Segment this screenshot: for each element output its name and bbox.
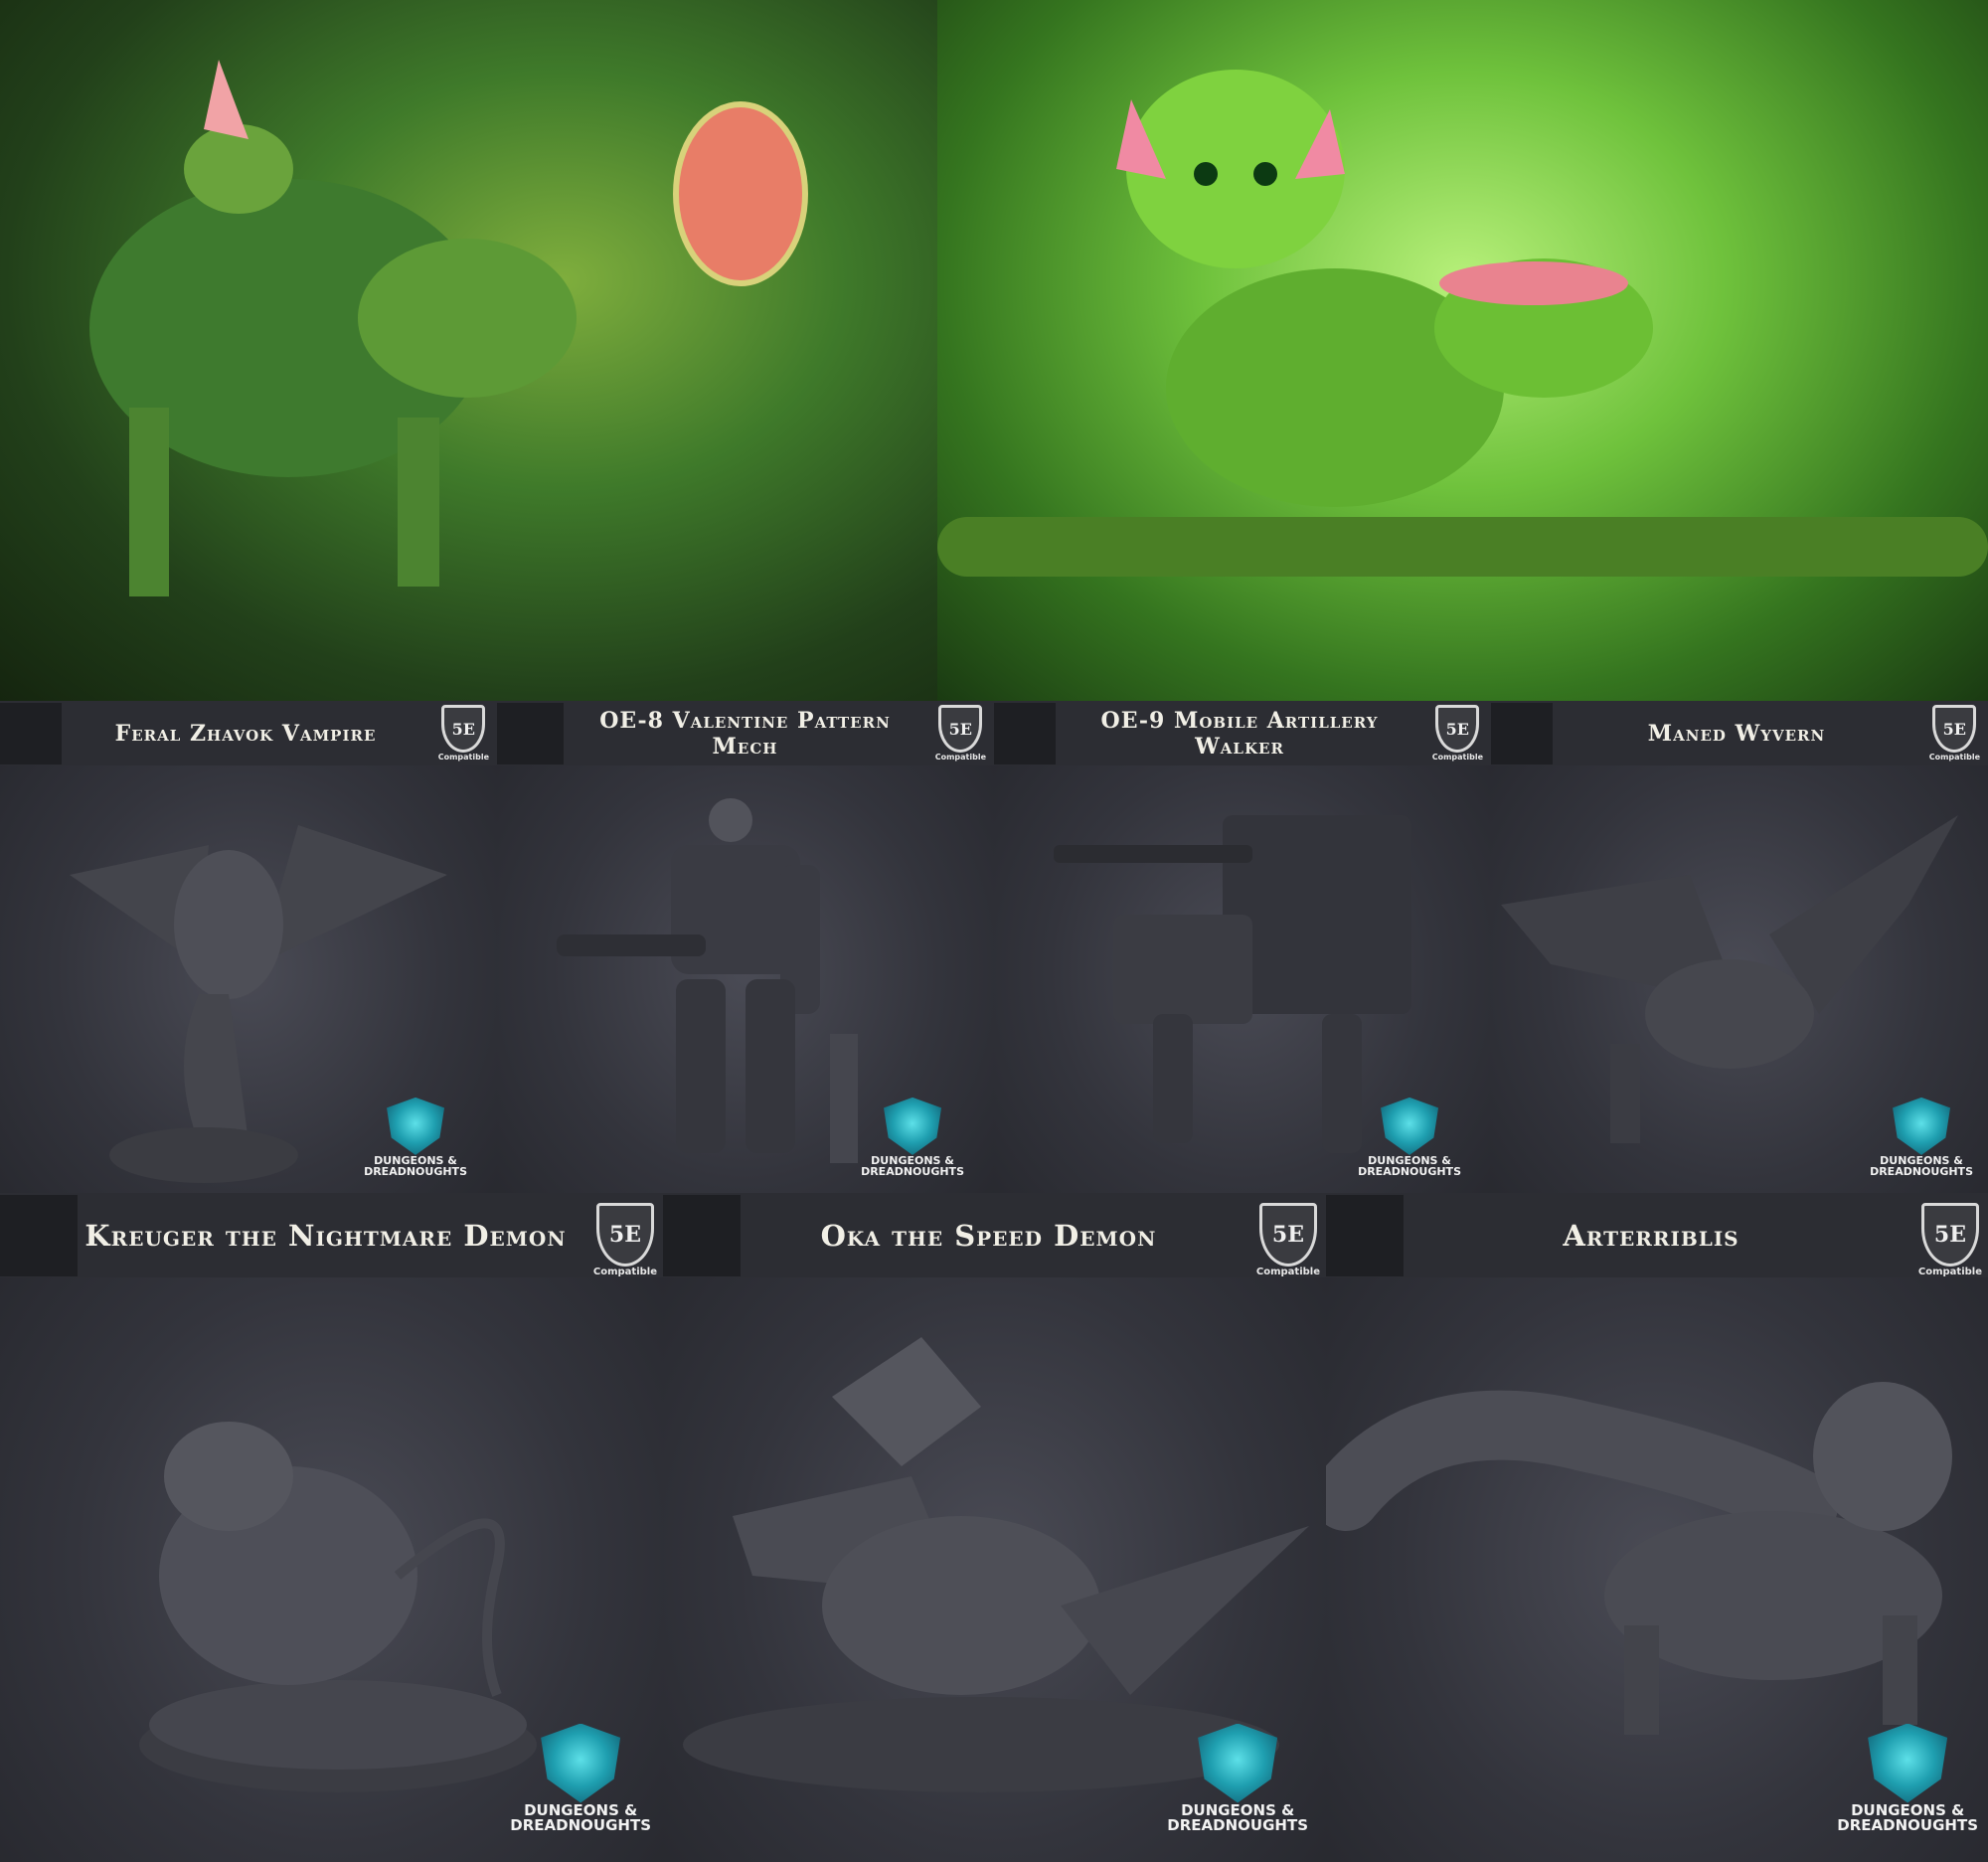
dragon-crest-icon (387, 1097, 445, 1155)
dragon-crest-icon (1893, 1097, 1951, 1155)
shield-icon: 5E (1435, 705, 1480, 753)
card-header: OE-8 Valentine Pattern Mech (497, 701, 994, 765)
card-title: OE-9 Mobile Artillery Walker (1100, 707, 1379, 760)
5e-compatible-badge: 5E Compatible (438, 705, 489, 762)
dungeons-dreadnoughts-logo: DUNGEONS & DREADNOUGHTS (1870, 1097, 1973, 1178)
miniature-card-arterriblis: Arterriblis 5E Compatible DUNGEONS & DRE… (1326, 1193, 1988, 1862)
dungeons-dreadnoughts-logo: DUNGEONS & DREADNOUGHTS (861, 1097, 964, 1178)
5e-compatible-badge: 5E Compatible (1918, 1203, 1982, 1277)
dragon-crest-icon (1198, 1723, 1278, 1803)
card-title: OE-8 Valentine Pattern Mech (599, 707, 891, 760)
dungeons-dreadnoughts-logo: DUNGEONS & DREADNOUGHTS (510, 1723, 651, 1835)
miniature-card-oka-the-speed-demon: Oka the Speed Demon 5E Compatible DUNGEO… (663, 1193, 1326, 1862)
header-square (0, 1194, 78, 1276)
shield-icon: 5E (441, 705, 486, 753)
5e-compatible-badge: 5E Compatible (1929, 705, 1980, 762)
miniature-card-feral-zhavok-vampire: Feral Zhavok Vampire 5E Compatible DUNGE… (0, 701, 497, 1193)
header-square (663, 1194, 741, 1276)
dungeons-dreadnoughts-logo: DUNGEONS & DREADNOUGHTS (1837, 1723, 1978, 1835)
header-square (0, 702, 62, 764)
card-header: Oka the Speed Demon (663, 1193, 1326, 1277)
miniature-card-kreuger-the-nightmare-demon: Kreuger the Nightmare Demon 5E Compatibl… (0, 1193, 663, 1862)
dragon-crest-icon (884, 1097, 942, 1155)
card-header: Arterriblis (1326, 1193, 1988, 1277)
header-square (497, 702, 564, 764)
card-header: Feral Zhavok Vampire (0, 701, 497, 765)
card-header: Maned Wyvern (1491, 701, 1988, 765)
shield-icon: 5E (1932, 705, 1977, 753)
5e-compatible-badge: 5E Compatible (935, 705, 986, 762)
5e-compatible-badge: 5E Compatible (1256, 1203, 1320, 1277)
header-square (994, 702, 1056, 764)
header-square (1491, 702, 1553, 764)
header-square (1326, 1194, 1404, 1276)
5e-compatible-badge: 5E Compatible (1432, 705, 1483, 762)
plant-beast-artwork (0, 0, 937, 701)
shield-icon: 5E (595, 1203, 654, 1267)
miniature-card-oe-9-mobile-artillery-walker: OE-9 Mobile Artillery Walker 5E Compatib… (994, 701, 1491, 1193)
plant-cat-artwork (937, 0, 1988, 701)
dragon-crest-icon (1868, 1723, 1948, 1803)
plant-beast-illustration (89, 60, 808, 596)
card-title: Arterriblis (1563, 1218, 1740, 1253)
card-title: Kreuger the Nightmare Demon (84, 1218, 567, 1253)
5e-compatible-badge: 5E Compatible (593, 1203, 657, 1277)
miniature-card-oe-8-valentine-pattern-mech: OE-8 Valentine Pattern Mech 5E Compatibl… (497, 701, 994, 1193)
dragon-crest-icon (1381, 1097, 1439, 1155)
card-title: Feral Zhavok Vampire (114, 720, 377, 747)
card-header: OE-9 Mobile Artillery Walker (994, 701, 1491, 765)
card-title: Maned Wyvern (1647, 720, 1826, 747)
dungeons-dreadnoughts-logo: DUNGEONS & DREADNOUGHTS (364, 1097, 467, 1178)
dungeons-dreadnoughts-logo: DUNGEONS & DREADNOUGHTS (1358, 1097, 1461, 1178)
shield-icon: 5E (1258, 1203, 1317, 1267)
plant-cat-illustration (937, 70, 1988, 577)
dungeons-dreadnoughts-logo: DUNGEONS & DREADNOUGHTS (1167, 1723, 1308, 1835)
card-header: Kreuger the Nightmare Demon (0, 1193, 663, 1277)
dragon-crest-icon (541, 1723, 621, 1803)
shield-icon: 5E (1920, 1203, 1979, 1267)
shield-icon: 5E (938, 705, 983, 753)
card-title: Oka the Speed Demon (820, 1218, 1157, 1253)
miniature-card-maned-wyvern: Maned Wyvern 5E Compatible DUNGEONS & DR… (1491, 701, 1988, 1193)
